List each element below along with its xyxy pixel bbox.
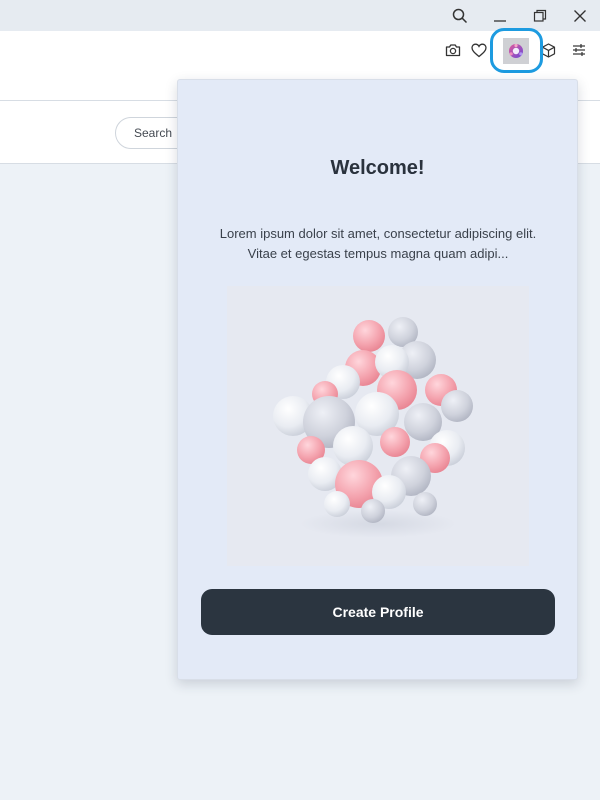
minimize-icon[interactable] bbox=[482, 0, 518, 31]
welcome-illustration bbox=[227, 286, 529, 566]
restore-icon[interactable] bbox=[522, 0, 558, 31]
create-profile-button[interactable]: Create Profile bbox=[201, 589, 555, 635]
search-icon[interactable] bbox=[442, 0, 478, 31]
popup-title: Welcome! bbox=[330, 157, 425, 179]
heart-icon[interactable] bbox=[466, 35, 492, 65]
window-titlebar bbox=[0, 0, 600, 31]
settings-sliders-icon[interactable] bbox=[566, 35, 592, 65]
cube-icon[interactable] bbox=[535, 35, 561, 65]
camera-icon[interactable] bbox=[440, 35, 466, 65]
welcome-popup: Welcome! Lorem ipsum dolor sit amet, con… bbox=[177, 79, 578, 680]
close-icon[interactable] bbox=[562, 0, 598, 31]
extension-icon bbox=[509, 43, 523, 58]
popup-description: Lorem ipsum dolor sit amet, consectetur … bbox=[219, 226, 537, 261]
extension-button[interactable] bbox=[503, 38, 529, 64]
